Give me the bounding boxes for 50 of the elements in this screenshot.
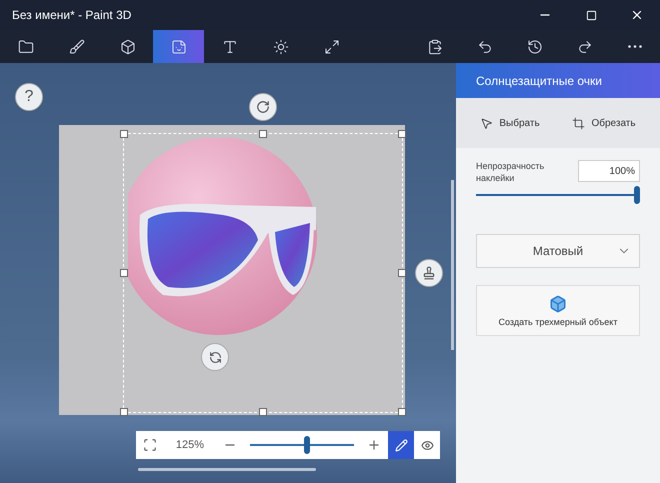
crop-icon <box>572 116 586 130</box>
cube-icon <box>120 38 136 54</box>
resize-handle[interactable] <box>120 130 128 138</box>
scrollbar[interactable] <box>451 180 454 350</box>
folder-icon <box>18 38 34 54</box>
resize-handle[interactable] <box>120 408 128 416</box>
expand-arrows-icon <box>324 38 340 54</box>
opacity-label: Непрозрачность наклейки <box>476 160 546 184</box>
resize-handle[interactable] <box>398 408 406 416</box>
help-button[interactable]: ? <box>15 83 43 111</box>
plus-icon <box>367 438 381 452</box>
opacity-input[interactable]: 100% <box>578 160 640 182</box>
stamp-button[interactable] <box>415 259 443 287</box>
scrollbar[interactable] <box>138 468 316 471</box>
resize-handle[interactable] <box>259 130 267 138</box>
resize-handle[interactable] <box>398 269 406 277</box>
window-title: Без имени* - Paint 3D <box>12 8 132 22</box>
resize-handle[interactable] <box>398 130 406 138</box>
close-icon <box>630 8 644 22</box>
panel-title: Солнцезащитные очки <box>456 63 660 98</box>
rotate-button[interactable] <box>249 93 277 121</box>
redo-icon <box>577 38 593 54</box>
brush-icon <box>68 38 84 54</box>
more-icon <box>628 45 642 48</box>
undo-icon <box>477 38 493 54</box>
zoom-level: 125% <box>174 439 206 451</box>
stamp-icon <box>422 266 436 280</box>
fit-screen-icon <box>143 438 157 452</box>
make-3d-button[interactable]: Создать трехмерный объект <box>476 285 640 336</box>
cursor-icon <box>480 116 494 130</box>
text-icon <box>222 38 238 54</box>
sticker-icon <box>170 38 186 54</box>
crop-button[interactable]: Обрезать <box>572 116 636 130</box>
sticker-icon-tab[interactable] <box>153 30 204 63</box>
pencil-icon <box>394 438 408 452</box>
history-icon <box>527 38 543 54</box>
rotate-icon <box>208 350 222 364</box>
rotate-icon <box>256 100 270 114</box>
slider-thumb[interactable] <box>634 186 640 204</box>
resize-handle[interactable] <box>120 269 128 277</box>
maximize-icon <box>586 10 596 20</box>
select-button[interactable]: Выбрать <box>480 116 540 130</box>
clipboard-icon <box>427 38 443 54</box>
cube-icon <box>549 294 567 312</box>
resize-handle[interactable] <box>259 408 267 416</box>
slider-thumb[interactable] <box>304 436 310 454</box>
sun-icon <box>272 38 288 54</box>
pencil-button[interactable] <box>388 431 414 459</box>
eye-icon <box>420 438 434 452</box>
finish-dropdown[interactable]: Матовый <box>476 234 640 268</box>
